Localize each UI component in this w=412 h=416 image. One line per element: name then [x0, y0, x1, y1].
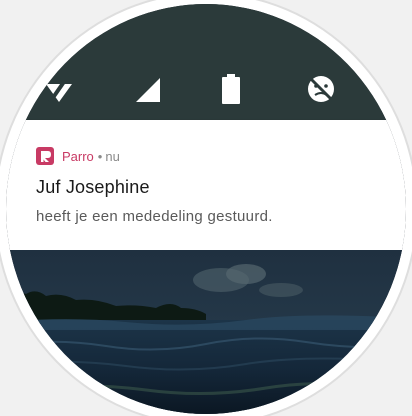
do-not-disturb-icon: [308, 76, 334, 102]
notification-title: Juf Josephine: [36, 177, 150, 197]
parro-app-icon: [36, 147, 54, 165]
status-bar: [6, 4, 406, 120]
wifi-icon: [46, 76, 72, 104]
app-name: Parro: [62, 148, 94, 164]
battery-icon: [222, 74, 240, 104]
notification-time: nu: [105, 148, 120, 164]
ocean-waves-night-image: [6, 250, 406, 414]
notification-card[interactable]: Parro • nu Juf Josephine heeft je een me…: [6, 120, 406, 250]
cellular-signal-icon: [136, 78, 160, 102]
watch-screen: Parro • nu Juf Josephine heeft je een me…: [6, 4, 406, 414]
separator-dot: •: [97, 148, 103, 164]
notification-body: heeft je een mededeling gestuurd.: [36, 208, 273, 225]
notification-header: Parro • nu: [36, 146, 120, 166]
